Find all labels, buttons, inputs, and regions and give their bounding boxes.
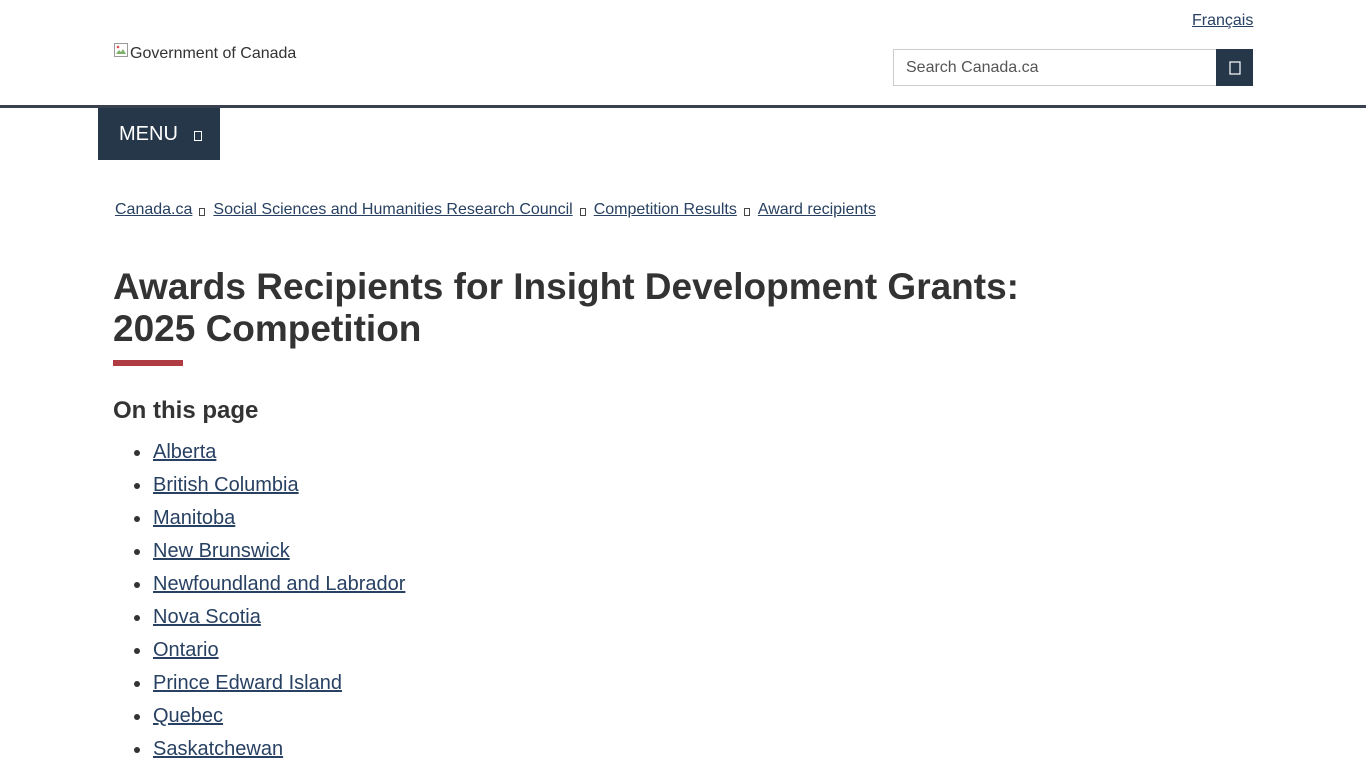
title-underline-accent [113,360,183,366]
search-input[interactable] [893,49,1216,86]
toc-link-saskatchewan[interactable]: Saskatchewan [153,738,283,760]
bullet-icon [134,450,140,456]
page-title: Awards Recipients for Insight Developmen… [113,266,1073,350]
government-of-canada-logo[interactable]: Government of Canada [113,42,297,64]
chevron-right-icon [579,208,586,216]
toc-link-prince-edward-island[interactable]: Prince Edward Island [153,672,342,694]
bullet-icon [134,648,140,654]
toc-item-manitoba: Manitoba [113,502,405,535]
toc-item-quebec: Quebec [113,700,405,733]
bullet-icon [134,483,140,489]
logo-alt-text: Government of Canada [130,45,297,62]
toc-item-nova-scotia: Nova Scotia [113,601,405,634]
chevron-right-icon [199,208,206,216]
toc-link-ontario[interactable]: Ontario [153,639,219,661]
page-title-line2: 2025 Competition [113,308,422,349]
toc-link-manitoba[interactable]: Manitoba [153,507,235,529]
site-search [893,49,1253,86]
page-title-line1: Awards Recipients for Insight Developmen… [113,266,1019,307]
search-button[interactable] [1216,49,1253,86]
bullet-icon [134,714,140,720]
toc-item-saskatchewan: Saskatchewan [113,733,405,766]
bullet-icon [134,615,140,621]
bullet-icon [134,549,140,555]
language-toggle-link[interactable]: Français [1192,12,1253,30]
breadcrumb: Canada.ca Social Sciences and Humanities… [115,201,876,219]
toc-link-quebec[interactable]: Quebec [153,705,223,727]
chevron-right-icon [743,208,750,216]
toc-heading: On this page [113,397,259,424]
bullet-icon [134,582,140,588]
main-menu-button[interactable]: MENU [98,108,220,160]
toc-item-prince-edward-island: Prince Edward Island [113,667,405,700]
breadcrumb-canada-ca[interactable]: Canada.ca [115,201,192,219]
menu-label: MENU [119,122,178,145]
toc-item-alberta: Alberta [113,436,405,469]
chevron-down-icon [193,131,202,141]
toc-item-new-brunswick: New Brunswick [113,535,405,568]
toc-link-newfoundland-and-labrador[interactable]: Newfoundland and Labrador [153,573,405,595]
toc-link-nova-scotia[interactable]: Nova Scotia [153,606,261,628]
search-icon [1228,60,1241,75]
breadcrumb-sshrc[interactable]: Social Sciences and Humanities Research … [213,201,572,219]
breadcrumb-competition-results[interactable]: Competition Results [594,201,737,219]
bullet-icon [134,516,140,522]
breadcrumb-award-recipients[interactable]: Award recipients [758,201,876,219]
toc-link-alberta[interactable]: Alberta [153,441,216,463]
bullet-icon [134,681,140,687]
toc-link-british-columbia[interactable]: British Columbia [153,474,299,496]
toc-item-british-columbia: British Columbia [113,469,405,502]
bullet-icon [134,747,140,753]
broken-image-icon [113,42,129,58]
toc-item-newfoundland-and-labrador: Newfoundland and Labrador [113,568,405,601]
toc-link-new-brunswick[interactable]: New Brunswick [153,540,290,562]
toc-list: Alberta British Columbia Manitoba New Br… [113,436,405,766]
toc-item-ontario: Ontario [113,634,405,667]
